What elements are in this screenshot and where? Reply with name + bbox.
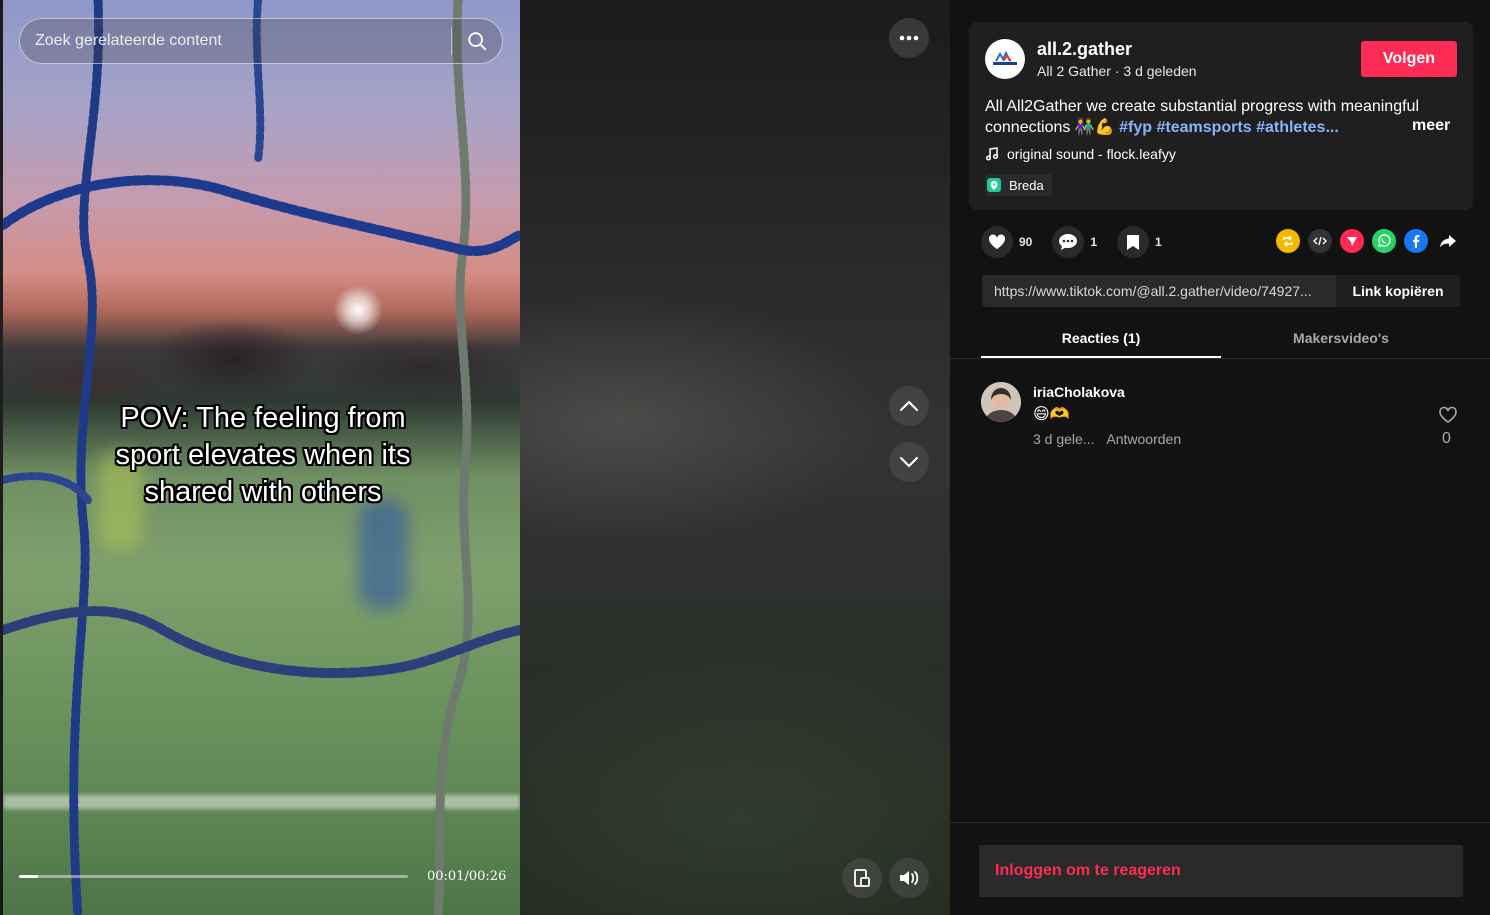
all2gather-logo-icon bbox=[993, 50, 1017, 65]
comment-count: 1 bbox=[1090, 235, 1098, 249]
search-icon bbox=[468, 32, 487, 51]
heart-outline-icon bbox=[1439, 406, 1457, 423]
more-link[interactable]: meer bbox=[1412, 117, 1450, 135]
author-avatar[interactable] bbox=[985, 39, 1025, 79]
search-bar bbox=[19, 18, 503, 64]
active-tab-indicator bbox=[981, 356, 1221, 358]
detail-panel: all.2.gather All 2 Gather · 3 d geleden … bbox=[950, 0, 1490, 915]
comment-like-count: 0 bbox=[1442, 430, 1451, 447]
reply-button[interactable]: Antwoorden bbox=[1106, 431, 1181, 447]
comment-text: 😄🫶 bbox=[1033, 406, 1070, 423]
panel-tabs: Reacties (1) Makersvideo's bbox=[950, 318, 1490, 359]
author-subline: All 2 Gather · 3 d geleden bbox=[1037, 63, 1197, 79]
floating-player-icon bbox=[854, 869, 870, 887]
copy-link-button[interactable]: Link kopiëren bbox=[1336, 275, 1460, 307]
comment-footer: Inloggen om te reageren bbox=[950, 822, 1490, 915]
like-count: 90 bbox=[1019, 235, 1033, 249]
location-name: Breda bbox=[1009, 177, 1044, 193]
share-row bbox=[1276, 229, 1460, 253]
comment-item: iriaCholakova 😄🫶 3 d gele... Antwoorden … bbox=[981, 382, 1461, 452]
action-bar: 90 1 1 bbox=[981, 226, 1182, 258]
progress-fill bbox=[19, 875, 39, 878]
commenter-avatar[interactable] bbox=[981, 382, 1021, 422]
music-note-icon bbox=[985, 147, 999, 161]
volume-button[interactable] bbox=[889, 858, 929, 898]
more-horizontal-icon bbox=[899, 35, 919, 41]
location-pin-icon bbox=[987, 178, 1001, 192]
music-title: original sound - flock.leafyy bbox=[1007, 146, 1176, 162]
embed-icon[interactable] bbox=[1308, 229, 1332, 253]
comment-time: 3 d gele... bbox=[1033, 431, 1095, 447]
hashtags[interactable]: #fyp #teamsports #athletes... bbox=[1119, 119, 1339, 136]
tab-creator-videos[interactable]: Makersvideo's bbox=[1221, 330, 1461, 346]
whatsapp-icon[interactable] bbox=[1372, 229, 1396, 253]
search-button[interactable] bbox=[452, 19, 502, 63]
chevron-up-icon bbox=[899, 400, 919, 412]
repost-icon[interactable] bbox=[1276, 229, 1300, 253]
author-username[interactable]: all.2.gather bbox=[1037, 39, 1132, 60]
video-stage: POV: The feeling from sport elevates whe… bbox=[0, 0, 950, 915]
blurred-background bbox=[520, 0, 950, 915]
like-action[interactable]: 90 bbox=[981, 226, 1032, 258]
comment-icon bbox=[1052, 226, 1085, 258]
share-icon[interactable] bbox=[1436, 229, 1460, 253]
video-info-card: all.2.gather All 2 Gather · 3 d geleden … bbox=[969, 22, 1473, 210]
save-count: 1 bbox=[1155, 235, 1162, 249]
copy-link-box: https://www.tiktok.com/@all.2.gather/vid… bbox=[982, 275, 1460, 307]
comment-action[interactable]: 1 bbox=[1052, 226, 1097, 258]
video-player[interactable]: POV: The feeling from sport elevates whe… bbox=[3, 0, 520, 915]
picture-in-picture-button[interactable] bbox=[842, 858, 882, 898]
previous-video-button[interactable] bbox=[889, 386, 929, 426]
save-action[interactable]: 1 bbox=[1117, 226, 1162, 258]
music-link[interactable]: original sound - flock.leafyy bbox=[985, 146, 1176, 162]
chevron-down-icon bbox=[899, 456, 919, 468]
heart-icon bbox=[981, 226, 1013, 258]
search-input[interactable] bbox=[20, 32, 451, 50]
tab-comments[interactable]: Reacties (1) bbox=[981, 330, 1221, 346]
comment-meta: 3 d gele... Antwoorden bbox=[1033, 431, 1181, 447]
send-icon[interactable] bbox=[1340, 229, 1364, 253]
author-display-name: All 2 Gather bbox=[1037, 63, 1111, 79]
bookmark-icon bbox=[1117, 226, 1150, 258]
location-tag[interactable]: Breda bbox=[985, 174, 1052, 196]
tiktok-video-page: POV: The feeling from sport elevates whe… bbox=[0, 0, 1490, 915]
video-link[interactable]: https://www.tiktok.com/@all.2.gather/vid… bbox=[982, 283, 1336, 299]
login-to-comment-button[interactable]: Inloggen om te reageren bbox=[979, 845, 1463, 897]
more-options-button[interactable] bbox=[889, 18, 929, 58]
comment-like-button[interactable] bbox=[1437, 406, 1459, 429]
follow-button[interactable]: Volgen bbox=[1361, 41, 1457, 77]
video-time: 00:01/00:26 bbox=[427, 869, 507, 884]
video-progress-bar[interactable] bbox=[19, 875, 408, 878]
volume-icon bbox=[900, 871, 919, 885]
post-time: 3 d geleden bbox=[1123, 63, 1197, 79]
commenter-username[interactable]: iriaCholakova bbox=[1033, 384, 1125, 400]
facebook-icon[interactable] bbox=[1404, 229, 1428, 253]
video-description: All All2Gather we create substantial pro… bbox=[985, 96, 1455, 138]
next-video-button[interactable] bbox=[889, 442, 929, 482]
video-caption: POV: The feeling from sport elevates whe… bbox=[115, 402, 411, 508]
